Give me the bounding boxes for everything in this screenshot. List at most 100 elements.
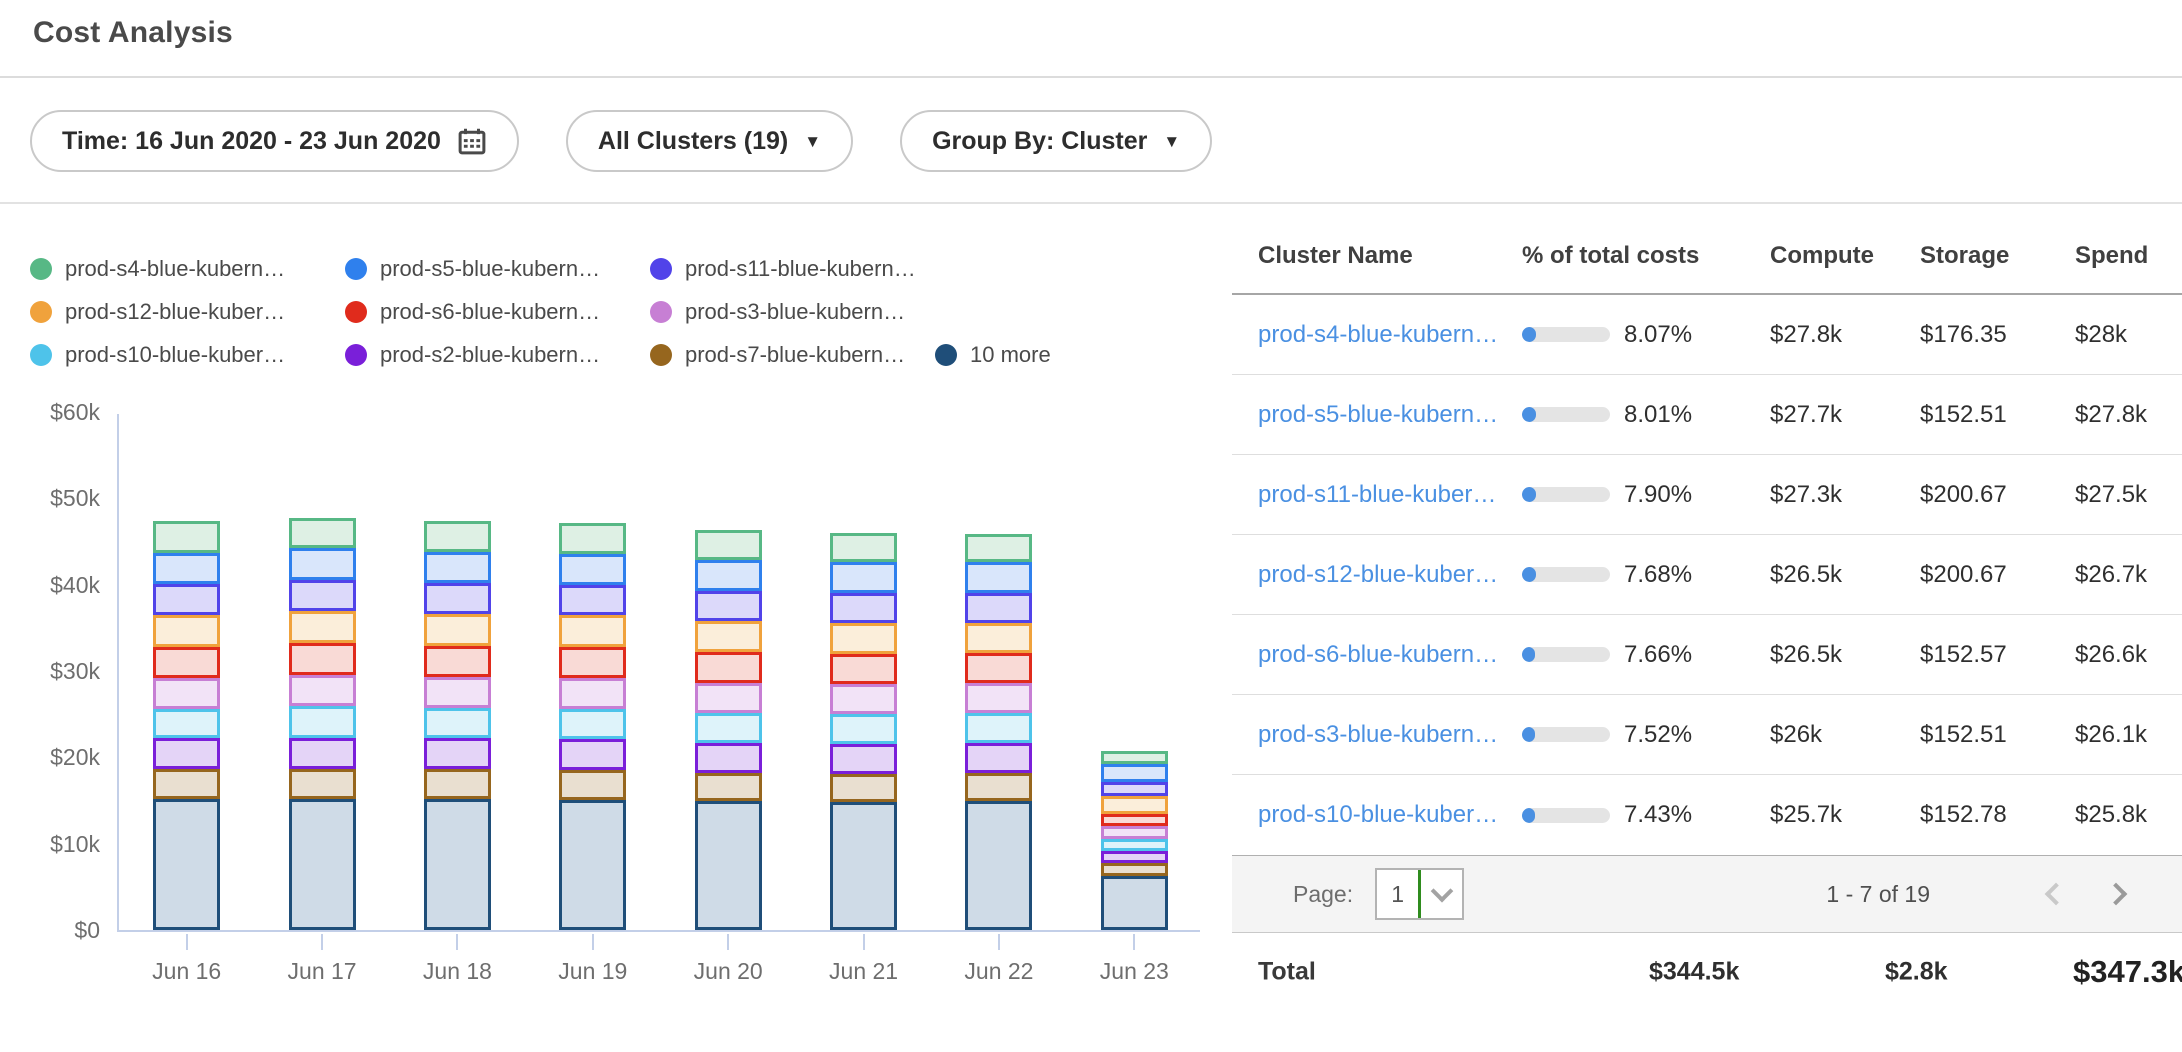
bar-segment[interactable] bbox=[289, 548, 356, 580]
bar-segment[interactable] bbox=[153, 769, 220, 798]
bar-segment[interactable] bbox=[695, 773, 762, 801]
bar-segment[interactable] bbox=[559, 770, 626, 799]
legend-item[interactable]: prod-s3-blue-kubern… bbox=[650, 299, 935, 325]
bar-segment[interactable] bbox=[1101, 839, 1168, 851]
bar-segment[interactable] bbox=[289, 518, 356, 548]
group-by-filter[interactable]: Group By: Cluster ▼ bbox=[900, 110, 1212, 172]
stacked-bar[interactable] bbox=[424, 521, 491, 930]
stacked-bar[interactable] bbox=[1101, 751, 1168, 931]
page-select[interactable]: 1 bbox=[1375, 868, 1464, 920]
bar-segment[interactable] bbox=[965, 743, 1032, 773]
bar-segment[interactable] bbox=[695, 652, 762, 683]
stacked-bar[interactable] bbox=[965, 534, 1032, 930]
bar-segment[interactable] bbox=[830, 802, 897, 930]
bar-segment[interactable] bbox=[965, 562, 1032, 592]
bar-segment[interactable] bbox=[153, 584, 220, 615]
bar-segment[interactable] bbox=[424, 708, 491, 738]
bar-segment[interactable] bbox=[1101, 764, 1168, 781]
bar-segment[interactable] bbox=[695, 713, 762, 742]
stacked-bar[interactable] bbox=[695, 530, 762, 931]
bar-segment[interactable] bbox=[830, 684, 897, 714]
bar-segment[interactable] bbox=[830, 774, 897, 802]
stacked-bar[interactable] bbox=[559, 523, 626, 930]
cluster-name-link[interactable]: prod-s11-blue-kuber… bbox=[1258, 481, 1496, 508]
bar-segment[interactable] bbox=[830, 654, 897, 684]
time-range-filter[interactable]: Time: 16 Jun 2020 - 23 Jun 2020 bbox=[30, 110, 519, 172]
bar-segment[interactable] bbox=[965, 713, 1032, 742]
bar-segment[interactable] bbox=[1101, 876, 1168, 930]
cluster-name-link[interactable]: prod-s5-blue-kubern… bbox=[1258, 401, 1498, 428]
cluster-name-link[interactable]: prod-s3-blue-kubern… bbox=[1258, 721, 1498, 748]
legend-item[interactable]: prod-s2-blue-kubern… bbox=[345, 342, 650, 368]
bar-segment[interactable] bbox=[289, 580, 356, 611]
bar-segment[interactable] bbox=[965, 534, 1032, 562]
bar-segment[interactable] bbox=[424, 738, 491, 769]
legend-item[interactable]: prod-s5-blue-kubern… bbox=[345, 256, 650, 282]
bar-segment[interactable] bbox=[965, 683, 1032, 713]
bar-segment[interactable] bbox=[153, 678, 220, 709]
bar-segment[interactable] bbox=[153, 799, 220, 930]
bar-segment[interactable] bbox=[559, 523, 626, 554]
cluster-name-link[interactable]: prod-s12-blue-kuber… bbox=[1258, 561, 1498, 588]
bar-segment[interactable] bbox=[965, 593, 1032, 623]
bar-segment[interactable] bbox=[830, 714, 897, 743]
bar-segment[interactable] bbox=[965, 623, 1032, 653]
bar-segment[interactable] bbox=[695, 621, 762, 652]
bar-segment[interactable] bbox=[559, 585, 626, 615]
bar-segment[interactable] bbox=[695, 743, 762, 773]
bar-segment[interactable] bbox=[559, 800, 626, 930]
bar-segment[interactable] bbox=[153, 647, 220, 678]
legend-item[interactable]: prod-s4-blue-kubern… bbox=[30, 256, 345, 282]
bar-segment[interactable] bbox=[153, 738, 220, 769]
bar-segment[interactable] bbox=[153, 553, 220, 584]
bar-segment[interactable] bbox=[289, 611, 356, 643]
legend-item[interactable]: prod-s10-blue-kuber… bbox=[30, 342, 345, 368]
bar-segment[interactable] bbox=[695, 530, 762, 560]
bar-segment[interactable] bbox=[424, 552, 491, 583]
bar-segment[interactable] bbox=[965, 653, 1032, 683]
bar-segment[interactable] bbox=[424, 614, 491, 646]
bar-segment[interactable] bbox=[559, 647, 626, 678]
bar-segment[interactable] bbox=[830, 593, 897, 623]
bar-segment[interactable] bbox=[1101, 863, 1168, 876]
bar-segment[interactable] bbox=[559, 678, 626, 709]
bar-segment[interactable] bbox=[424, 799, 491, 930]
stacked-bar[interactable] bbox=[289, 518, 356, 930]
bar-segment[interactable] bbox=[424, 583, 491, 614]
bar-segment[interactable] bbox=[153, 615, 220, 647]
bar-segment[interactable] bbox=[1101, 826, 1168, 838]
cluster-name-link[interactable]: prod-s6-blue-kubern… bbox=[1258, 641, 1498, 668]
bar-segment[interactable] bbox=[153, 521, 220, 553]
bar-segment[interactable] bbox=[1101, 796, 1168, 813]
clusters-filter[interactable]: All Clusters (19) ▼ bbox=[566, 110, 853, 172]
bar-segment[interactable] bbox=[289, 738, 356, 770]
legend-item[interactable]: prod-s7-blue-kubern… bbox=[650, 342, 935, 368]
bar-segment[interactable] bbox=[830, 623, 897, 654]
legend-item[interactable]: prod-s11-blue-kubern… bbox=[650, 256, 935, 282]
legend-item[interactable]: prod-s6-blue-kubern… bbox=[345, 299, 650, 325]
stacked-bar[interactable] bbox=[153, 521, 220, 930]
legend-item[interactable]: 10 more bbox=[935, 342, 1232, 368]
bar-segment[interactable] bbox=[965, 773, 1032, 801]
bar-segment[interactable] bbox=[830, 562, 897, 592]
bar-segment[interactable] bbox=[289, 643, 356, 675]
cluster-name-link[interactable]: prod-s4-blue-kubern… bbox=[1258, 321, 1498, 348]
bar-segment[interactable] bbox=[695, 801, 762, 930]
legend-item[interactable]: prod-s12-blue-kuber… bbox=[30, 299, 345, 325]
bar-segment[interactable] bbox=[424, 646, 491, 677]
cluster-name-link[interactable]: prod-s10-blue-kuber… bbox=[1258, 801, 1498, 828]
bar-segment[interactable] bbox=[424, 521, 491, 552]
bar-segment[interactable] bbox=[289, 706, 356, 737]
bar-segment[interactable] bbox=[1101, 782, 1168, 797]
bar-segment[interactable] bbox=[559, 709, 626, 739]
bar-segment[interactable] bbox=[559, 615, 626, 647]
bar-segment[interactable] bbox=[424, 677, 491, 708]
bar-segment[interactable] bbox=[695, 683, 762, 713]
bar-segment[interactable] bbox=[830, 744, 897, 774]
bar-segment[interactable] bbox=[1101, 751, 1168, 765]
bar-segment[interactable] bbox=[289, 769, 356, 798]
stacked-bar[interactable] bbox=[830, 533, 897, 930]
bar-segment[interactable] bbox=[424, 769, 491, 798]
bar-segment[interactable] bbox=[559, 739, 626, 770]
prev-page-button[interactable] bbox=[2026, 886, 2086, 902]
